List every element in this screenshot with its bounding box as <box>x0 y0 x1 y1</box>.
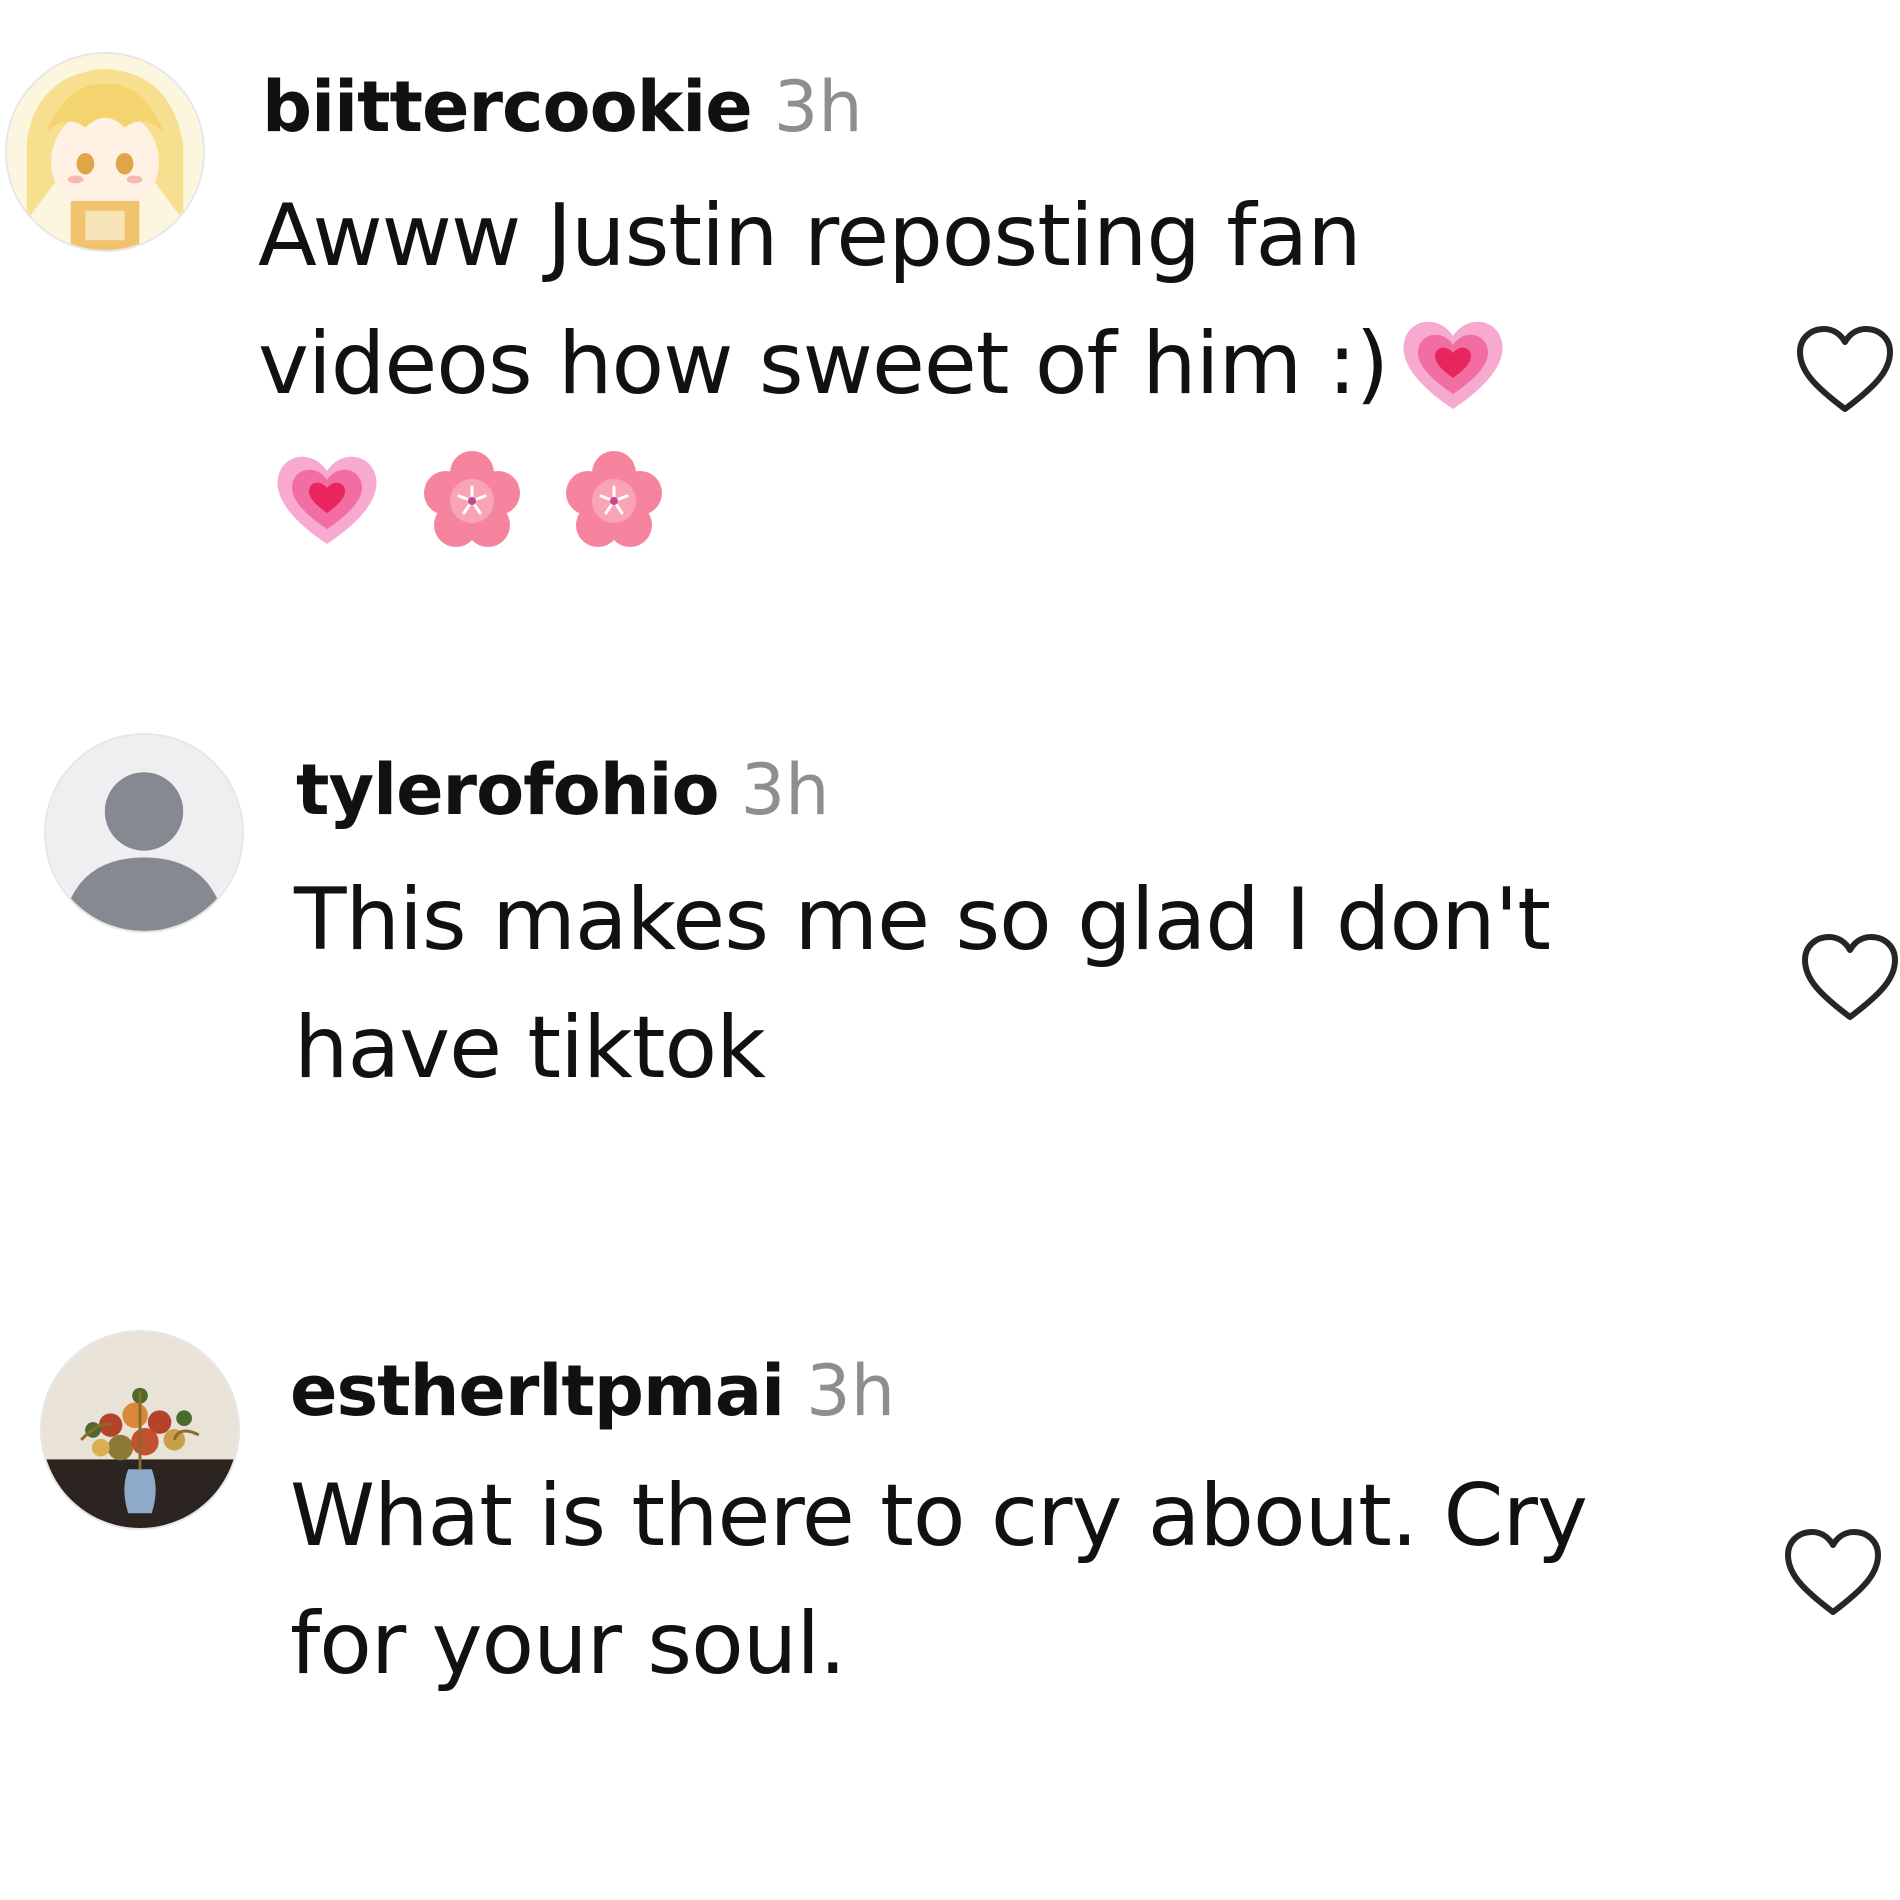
comment-line: for your soul. <box>290 1594 846 1694</box>
comment-header: biittercookie 3h <box>262 72 863 142</box>
heart-outline-icon <box>1785 1529 1881 1615</box>
timestamp[interactable]: 3h <box>806 1350 895 1432</box>
heart-outline-icon <box>1802 934 1898 1020</box>
comment-line: videos how sweet of him :) <box>258 314 1389 414</box>
timestamp[interactable]: 3h <box>741 749 830 831</box>
avatar[interactable] <box>44 733 244 933</box>
comment-text: What is there to cry about. Cry for your… <box>290 1452 1588 1708</box>
anime-girl-avatar-icon <box>7 54 203 250</box>
comment-line: Awww Justin reposting fan <box>258 186 1362 286</box>
like-button[interactable] <box>1783 1528 1883 1618</box>
comment-text: This makes me so glad I don't have tikto… <box>294 856 1551 1112</box>
comment-header: estherltpmai 3h <box>290 1356 895 1426</box>
username[interactable]: estherltpmai <box>290 1350 785 1432</box>
emoji-row <box>272 447 666 551</box>
flower-vase-avatar-icon <box>42 1332 238 1528</box>
comment-item: biittercookie 3h Awww Justin reposting fa… <box>0 0 1900 620</box>
comment-line: What is there to cry about. Cry <box>290 1466 1588 1566</box>
username[interactable]: biittercookie <box>262 66 753 148</box>
default-user-avatar-icon <box>46 735 242 931</box>
like-button[interactable] <box>1800 933 1900 1023</box>
like-button[interactable] <box>1795 325 1895 415</box>
comment-line: have tiktok <box>294 998 766 1098</box>
avatar[interactable] <box>40 1330 240 1530</box>
comment-header: tylerofohio 3h <box>296 755 830 825</box>
comment-text: Awww Justin reposting fan videos how swe… <box>258 172 1508 428</box>
comment-line: This makes me so glad I don't <box>294 870 1551 970</box>
heart-outline-icon <box>1797 326 1893 412</box>
comment-line-with-emoji: videos how sweet of him :) <box>258 300 1508 428</box>
cherry-blossom-emoji <box>562 447 666 551</box>
growing-heart-emoji <box>1398 314 1508 414</box>
growing-heart-emoji <box>272 449 382 549</box>
cherry-blossom-emoji <box>420 447 524 551</box>
avatar[interactable] <box>5 52 205 252</box>
username[interactable]: tylerofohio <box>296 749 720 831</box>
timestamp[interactable]: 3h <box>774 66 863 148</box>
